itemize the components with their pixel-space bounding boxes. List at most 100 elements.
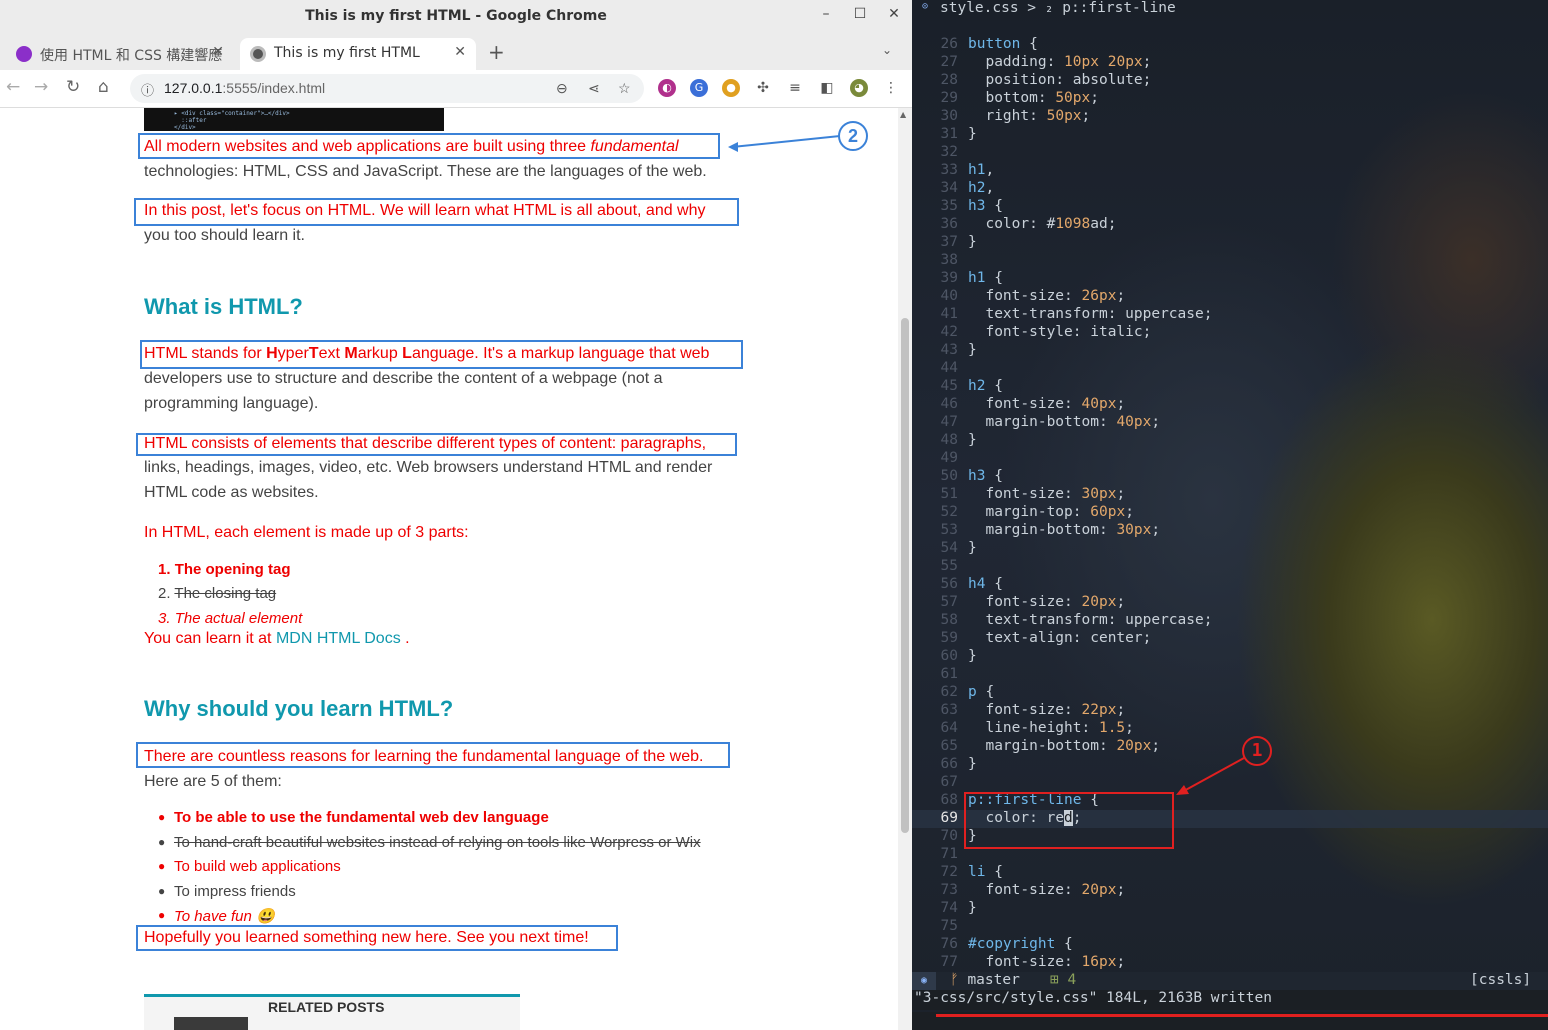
line-number: 74 <box>940 900 958 916</box>
share-icon[interactable]: ⋖ <box>588 80 600 97</box>
code-line[interactable]: 47 margin-bottom: 40px; <box>912 414 1548 432</box>
paragraph-3-line-2: developers use to structure and describe… <box>144 370 663 387</box>
maximize-icon[interactable]: ☐ <box>850 6 870 22</box>
tab-first-html[interactable]: This is my first HTML ✕ <box>240 38 476 70</box>
line-number: 68 <box>940 792 958 808</box>
line-text: button { <box>968 36 1038 52</box>
line-text: li { <box>968 864 1003 880</box>
extension-1-icon[interactable]: ◐ <box>658 79 676 97</box>
extensions-icon[interactable]: ✣ <box>754 79 772 97</box>
forward-icon[interactable]: → <box>34 77 48 97</box>
code-line[interactable]: 46 font-size: 40px; <box>912 396 1548 414</box>
code-line[interactable]: 56 h4 { <box>912 576 1548 594</box>
new-tab-icon[interactable]: + <box>488 40 505 64</box>
line-number: 41 <box>940 306 958 322</box>
code-line[interactable]: 37} <box>912 234 1548 252</box>
line-number: 43 <box>940 342 958 358</box>
tab-close-icon[interactable]: ✕ <box>454 44 466 60</box>
scrollbar-thumb[interactable] <box>901 318 909 833</box>
tab-search-chevron-icon[interactable]: ⌄ <box>882 43 892 57</box>
line-number: 53 <box>940 522 958 538</box>
annotation-box <box>134 198 739 226</box>
code-line[interactable]: 60} <box>912 648 1548 666</box>
cookie-extension-icon[interactable]: ● <box>722 79 740 97</box>
minimize-icon[interactable]: – <box>816 6 836 22</box>
scroll-up-icon[interactable]: ▲ <box>900 110 906 119</box>
code-line[interactable]: 58 text-transform: uppercase; <box>912 612 1548 630</box>
code-line[interactable]: 41 text-transform: uppercase; <box>912 306 1548 324</box>
code-line[interactable]: 28 position: absolute; <box>912 72 1548 90</box>
message-line: "3-css/src/style.css" 184L, 2163B writte… <box>912 990 1548 1010</box>
code-line[interactable]: 75 <box>912 918 1548 936</box>
list-item: To hand-craft beautiful websites instead… <box>174 834 701 851</box>
window-title: This is my first HTML - Google Chrome <box>305 8 607 24</box>
code-line[interactable]: 50 h3 { <box>912 468 1548 486</box>
address-bar[interactable]: ⓘ 127.0.0.1:5555/index.html ⊖ ⋖ ☆ <box>130 74 644 103</box>
code-line[interactable]: 76 #copyright { <box>912 936 1548 954</box>
home-icon[interactable]: ⌂ <box>98 77 109 97</box>
line-text: bottom: 50px; <box>985 90 1099 106</box>
annotation-box <box>138 133 720 159</box>
code-line[interactable]: 38 <box>912 252 1548 270</box>
code-line[interactable]: 33 h1, <box>912 162 1548 180</box>
title-bar: This is my first HTML - Google Chrome – … <box>0 0 912 34</box>
code-line[interactable]: 77 font-size: 16px; <box>912 954 1548 972</box>
profile-avatar[interactable]: ◕ <box>850 79 868 97</box>
git-branch: ᚠ master <box>950 972 1020 988</box>
bullet-icon: ● <box>158 884 166 898</box>
code-line[interactable]: 44 <box>912 360 1548 378</box>
code-line[interactable]: 32 <box>912 144 1548 162</box>
list-item: To build web applications <box>174 858 341 875</box>
code-line[interactable]: 35 h3 { <box>912 198 1548 216</box>
code-line[interactable]: 61 <box>912 666 1548 684</box>
code-line[interactable]: 51 font-size: 30px; <box>912 486 1548 504</box>
translate-extension-icon[interactable]: G <box>690 79 708 97</box>
tab-close-icon[interactable]: ✕ <box>212 44 224 60</box>
code-line[interactable]: 49 <box>912 450 1548 468</box>
star-icon[interactable]: ☆ <box>618 80 631 97</box>
line-number: 71 <box>940 846 958 862</box>
menu-icon[interactable]: ⋮ <box>882 79 900 97</box>
code-line[interactable]: 30 right: 50px; <box>912 108 1548 126</box>
code-line[interactable]: 34 h2, <box>912 180 1548 198</box>
code-line[interactable]: 74} <box>912 900 1548 918</box>
code-line[interactable]: 55 <box>912 558 1548 576</box>
code-line[interactable]: 59 text-align: center; <box>912 630 1548 648</box>
code-line[interactable]: 62 p { <box>912 684 1548 702</box>
code-line[interactable]: 31} <box>912 126 1548 144</box>
code-line[interactable]: 53 margin-bottom: 30px; <box>912 522 1548 540</box>
code-line[interactable]: 57 font-size: 20px; <box>912 594 1548 612</box>
code-line[interactable]: 48} <box>912 432 1548 450</box>
code-line[interactable]: 27 padding: 10px 20px; <box>912 54 1548 72</box>
code-line[interactable]: 42 font-style: italic; <box>912 324 1548 342</box>
paragraph-3-line-3: programming language). <box>144 395 319 412</box>
media-controls-icon[interactable]: ≡ <box>786 79 804 97</box>
close-window-icon[interactable]: ✕ <box>884 6 904 22</box>
line-text: text-align: center; <box>985 630 1152 646</box>
tab-responsive[interactable]: 使用 HTML 和 CSS 構建響應 ✕ <box>6 38 234 70</box>
code-line[interactable]: 43} <box>912 342 1548 360</box>
line-number: 63 <box>940 702 958 718</box>
code-line[interactable]: 45 h2 { <box>912 378 1548 396</box>
code-line[interactable]: 26 button { <box>912 36 1548 54</box>
back-icon[interactable]: ← <box>6 77 20 97</box>
code-line[interactable]: 29 bottom: 50px; <box>912 90 1548 108</box>
code-line[interactable]: 72 li { <box>912 864 1548 882</box>
code-line[interactable]: 40 font-size: 26px; <box>912 288 1548 306</box>
line-number: 42 <box>940 324 958 340</box>
line-text: h2, <box>968 180 995 196</box>
info-icon[interactable]: ⓘ <box>141 80 154 99</box>
code-line[interactable]: 73 font-size: 20px; <box>912 882 1548 900</box>
code-line[interactable]: 52 margin-top: 60px; <box>912 504 1548 522</box>
reload-icon[interactable]: ↻ <box>66 77 80 97</box>
code-line[interactable]: 54} <box>912 540 1548 558</box>
related-post-thumbnail[interactable] <box>174 1017 248 1030</box>
side-panel-icon[interactable]: ◧ <box>818 79 836 97</box>
zoom-icon[interactable]: ⊖ <box>556 80 568 97</box>
page-scrollbar[interactable]: ▲ <box>898 108 912 1030</box>
code-line[interactable]: 63 font-size: 22px; <box>912 702 1548 720</box>
code-line[interactable]: 39 h1 { <box>912 270 1548 288</box>
code-line[interactable]: 64 line-height: 1.5; <box>912 720 1548 738</box>
mdn-link[interactable]: MDN HTML Docs <box>276 630 401 647</box>
code-line[interactable]: 36 color: #1098ad; <box>912 216 1548 234</box>
